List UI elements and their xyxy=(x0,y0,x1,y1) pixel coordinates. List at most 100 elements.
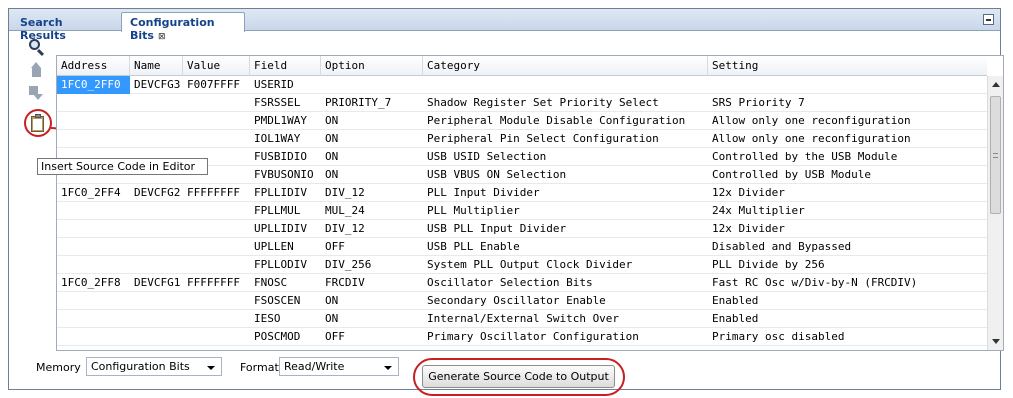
cell-category[interactable]: PLL Input Divider xyxy=(423,184,708,202)
column-header-field[interactable]: Field xyxy=(250,56,321,76)
column-header-setting[interactable]: Setting xyxy=(708,56,987,76)
cell-value[interactable] xyxy=(183,112,250,130)
cell-setting[interactable]: PLL Divide by 256 xyxy=(708,256,987,274)
cell-category[interactable]: Peripheral Module Disable Configuration xyxy=(423,112,708,130)
cell-option[interactable] xyxy=(321,76,423,94)
magnifier-icon[interactable] xyxy=(27,38,45,57)
cell-name[interactable]: DEVCFG3 xyxy=(130,76,183,94)
tab-close-icon[interactable]: ⊠ xyxy=(158,32,166,42)
cell-category[interactable]: Secondary Oscillator Enable xyxy=(423,292,708,310)
cell-setting[interactable]: Disabled xyxy=(708,346,987,350)
cell-address[interactable] xyxy=(57,256,130,274)
table-row[interactable]: 1FC0_2FF8 DEVCFG1 FFFFFFFF FNOSC FRCDIV Oscil… xyxy=(57,274,987,292)
cell-value[interactable] xyxy=(183,256,250,274)
cell-field[interactable]: FVBUSONIO xyxy=(250,166,321,184)
cell-address[interactable] xyxy=(57,130,130,148)
scroll-down-icon[interactable] xyxy=(992,339,1000,344)
cell-category[interactable]: Peripheral Pin Select Configuration xyxy=(423,130,708,148)
cell-value[interactable]: F007FFFF xyxy=(183,76,250,94)
cell-category[interactable]: USB PLL Input Divider xyxy=(423,220,708,238)
scrollbar-thumb[interactable] xyxy=(990,96,1001,214)
cell-option[interactable]: ON xyxy=(321,292,423,310)
format-select[interactable]: Read/Write xyxy=(279,357,399,376)
cell-setting[interactable]: Fast RC Osc w/Div-by-N (FRCDIV) xyxy=(708,274,987,292)
vertical-scrollbar[interactable] xyxy=(987,76,1003,350)
cell-name[interactable] xyxy=(130,292,183,310)
cell-name[interactable] xyxy=(130,220,183,238)
cell-address[interactable] xyxy=(57,328,130,346)
cell-field[interactable]: FPLLODIV xyxy=(250,256,321,274)
cell-option[interactable]: ON xyxy=(321,130,423,148)
cell-option[interactable]: ON xyxy=(321,166,423,184)
cell-value[interactable]: FFFFFFFF xyxy=(183,274,250,292)
table-row[interactable]: 1FC0_2FF4 DEVCFG2 FFFFFFFF FPLLIDIV DIV_12 PL… xyxy=(57,184,987,202)
cell-field[interactable]: FSRSSEL xyxy=(250,94,321,112)
cell-name[interactable]: DEVCFG1 xyxy=(130,274,183,292)
cell-field[interactable]: IOL1WAY xyxy=(250,130,321,148)
table-row[interactable]: 1FC0_2FF0 DEVCFG3 F007FFFF USERID xyxy=(57,76,987,94)
cell-category[interactable]: USB USID Selection xyxy=(423,148,708,166)
cell-setting[interactable]: 12x Divider xyxy=(708,220,987,238)
cell-setting[interactable]: SRS Priority 7 xyxy=(708,94,987,112)
cell-name[interactable]: DEVCFG2 xyxy=(130,184,183,202)
cell-setting[interactable]: Disabled and Bypassed xyxy=(708,238,987,256)
cell-category[interactable]: Shadow Register Set Priority Select xyxy=(423,94,708,112)
cell-setting[interactable]: 24x Multiplier xyxy=(708,202,987,220)
cell-name[interactable] xyxy=(130,256,183,274)
cell-setting[interactable]: Primary osc disabled xyxy=(708,328,987,346)
cell-field[interactable]: OSCIOFNC xyxy=(250,346,321,350)
cell-address[interactable] xyxy=(57,220,130,238)
cell-field[interactable]: FNOSC xyxy=(250,274,321,292)
table-row[interactable]: FSRSSEL PRIORITY_7 Shadow Register Set Pri… xyxy=(57,94,987,112)
cell-option[interactable]: DIV_12 xyxy=(321,220,423,238)
table-row[interactable]: UPLLEN OFF USB PLL Enable Disabled and Bypa… xyxy=(57,238,987,256)
scroll-up-icon[interactable] xyxy=(992,82,1000,87)
cell-address[interactable] xyxy=(57,292,130,310)
cell-value[interactable] xyxy=(183,202,250,220)
cell-field[interactable]: USERID xyxy=(250,76,321,94)
cell-address[interactable] xyxy=(57,112,130,130)
tab-search-results[interactable]: Search Results xyxy=(11,12,119,42)
cell-field[interactable]: POSCMOD xyxy=(250,328,321,346)
table-row[interactable]: FSOSCEN ON Secondary Oscillator Enable Enab… xyxy=(57,292,987,310)
cell-option[interactable]: OFF xyxy=(321,238,423,256)
cell-setting[interactable]: Allow only one reconfiguration xyxy=(708,130,987,148)
cell-option[interactable]: ON xyxy=(321,148,423,166)
cell-address[interactable] xyxy=(57,202,130,220)
table-row[interactable]: IESO ON Internal/External Switch Over Enabl… xyxy=(57,310,987,328)
cell-option[interactable]: OFF xyxy=(321,328,423,346)
column-header-option[interactable]: Option xyxy=(321,56,423,76)
cell-value[interactable] xyxy=(183,94,250,112)
cell-category[interactable]: Internal/External Switch Over xyxy=(423,310,708,328)
cell-name[interactable] xyxy=(130,238,183,256)
cell-value[interactable]: FFFFFFFF xyxy=(183,184,250,202)
generate-source-code-button[interactable]: Generate Source Code to Output xyxy=(422,365,615,388)
cell-name[interactable] xyxy=(130,94,183,112)
cell-field[interactable]: PMDL1WAY xyxy=(250,112,321,130)
cell-category[interactable]: Oscillator Selection Bits xyxy=(423,274,708,292)
cell-name[interactable] xyxy=(130,130,183,148)
cell-value[interactable] xyxy=(183,292,250,310)
cell-option[interactable]: MUL_24 xyxy=(321,202,423,220)
table-row[interactable]: UPLLIDIV DIV_12 USB PLL Input Divider 12x D… xyxy=(57,220,987,238)
cell-name[interactable] xyxy=(130,112,183,130)
cell-option[interactable]: FRCDIV xyxy=(321,274,423,292)
tab-configuration-bits[interactable]: Configuration Bits ⊠ xyxy=(121,12,245,42)
cell-category[interactable] xyxy=(423,76,708,94)
cell-address[interactable]: 1FC0_2FF8 xyxy=(57,274,130,292)
cell-category[interactable]: Primary Oscillator Configuration xyxy=(423,328,708,346)
cell-setting[interactable]: Enabled xyxy=(708,292,987,310)
cell-setting[interactable]: Controlled by the USB Module xyxy=(708,148,987,166)
cell-address[interactable] xyxy=(57,310,130,328)
table-row[interactable]: FPLLMUL MUL_24 PLL Multiplier 24x Multiplie… xyxy=(57,202,987,220)
table-row[interactable]: PMDL1WAY ON Peripheral Module Disable Conf… xyxy=(57,112,987,130)
cell-field[interactable]: FSOSCEN xyxy=(250,292,321,310)
cell-address[interactable] xyxy=(57,94,130,112)
move-down-icon[interactable] xyxy=(27,85,45,103)
cell-category[interactable]: USB VBUS ON Selection xyxy=(423,166,708,184)
table-row[interactable]: POSCMOD OFF Primary Oscillator Configurati… xyxy=(57,328,987,346)
cell-option[interactable]: PRIORITY_7 xyxy=(321,94,423,112)
table-row[interactable]: FPLLODIV DIV_256 System PLL Output Clock D… xyxy=(57,256,987,274)
cell-setting[interactable] xyxy=(708,76,987,94)
memory-select[interactable]: Configuration Bits xyxy=(86,357,222,376)
